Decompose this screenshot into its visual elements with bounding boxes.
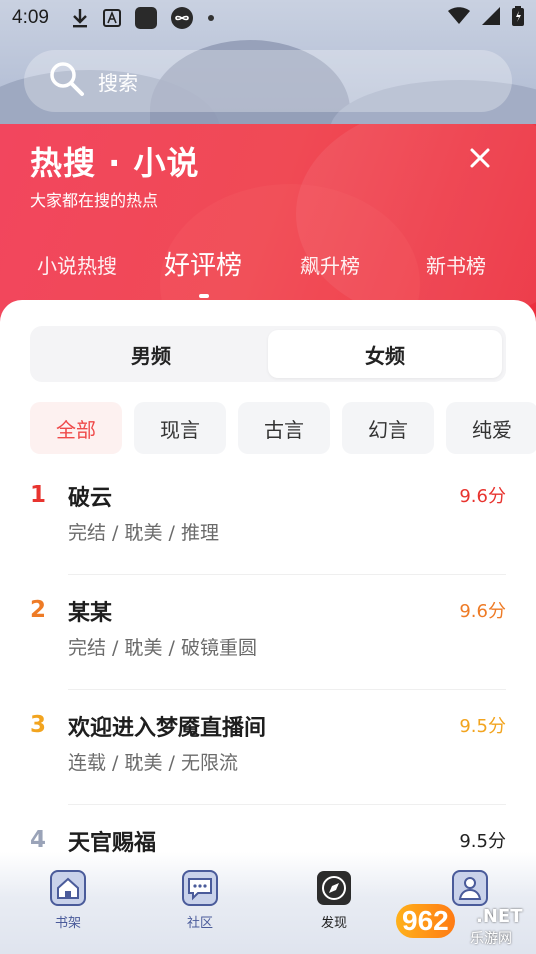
nav-label: 书架 [54, 916, 81, 931]
search-bar[interactable]: 搜索 [24, 50, 512, 112]
rank-number: 1 [30, 482, 47, 508]
book-meta: 完结 / 耽美 / 破镜重圆 [68, 637, 257, 659]
nav-bookshelf[interactable]: 书架 [28, 868, 108, 931]
active-tab-indicator [199, 294, 209, 298]
filter-fantasy[interactable]: 幻言 [342, 402, 434, 454]
book-score: 9.6分 [459, 486, 506, 507]
watermark-site: 乐游网 [470, 931, 512, 947]
rank-number: 4 [30, 827, 47, 853]
filter-bl[interactable]: 纯爱 [446, 402, 536, 454]
close-button[interactable] [460, 138, 500, 178]
panel-subtitle: 大家都在搜的热点 [30, 191, 159, 210]
app-square-icon [134, 7, 157, 29]
close-icon [470, 148, 490, 168]
tab-new-books[interactable]: 新书榜 [426, 250, 486, 279]
infinity-app-icon [170, 7, 193, 29]
nav-label: 社区 [186, 916, 213, 931]
tab-rising[interactable]: 飙升榜 [300, 250, 360, 279]
search-icon [48, 60, 86, 102]
list-item[interactable]: 3 欢迎进入梦魇直播间 连载 / 耽美 / 无限流 9.5分 [0, 712, 536, 827]
list-item[interactable]: 1 破云 完结 / 耽美 / 推理 9.6分 [0, 482, 536, 597]
divider [68, 574, 506, 575]
nav-discover[interactable]: 发现 [294, 868, 374, 931]
book-score: 9.5分 [459, 831, 506, 852]
search-placeholder: 搜索 [98, 70, 138, 95]
book-meta: 连载 / 耽美 / 无限流 [68, 752, 238, 774]
status-time: 4:09 [12, 7, 49, 28]
filter-all[interactable]: 全部 [30, 402, 122, 454]
ranking-tabs: 小说热搜 好评榜 飙升榜 新书榜 [0, 234, 536, 294]
dot-icon [207, 14, 215, 22]
nav-label: 发现 [320, 916, 347, 931]
panel-title: 热搜 · 小说 [30, 144, 200, 182]
tab-top-rated[interactable]: 好评榜 [164, 245, 242, 282]
book-title: 欢迎进入梦魇直播间 [68, 716, 267, 741]
download-icon [71, 8, 89, 28]
signal-icon [482, 6, 500, 30]
watermark-logo: 962 .NET 乐游网 [396, 900, 530, 950]
nav-community[interactable]: 社区 [160, 868, 240, 931]
battery-icon [512, 5, 524, 31]
book-score: 9.6分 [459, 601, 506, 622]
house-icon [48, 868, 88, 908]
divider [68, 689, 506, 690]
category-filters: 全部 现言 古言 幻言 纯爱 [30, 402, 536, 454]
book-meta: 完结 / 耽美 / 推理 [68, 522, 219, 544]
segment-female[interactable]: 女频 [268, 330, 502, 378]
filter-modern[interactable]: 现言 [134, 402, 226, 454]
status-bar: 4:09 [0, 0, 536, 36]
watermark-suffix: .NET [476, 906, 523, 927]
book-title: 某某 [68, 601, 113, 626]
wifi-icon [448, 6, 470, 30]
list-item[interactable]: 2 某某 完结 / 耽美 / 破镜重圆 9.6分 [0, 597, 536, 712]
tab-novel-hot[interactable]: 小说热搜 [37, 250, 117, 279]
chat-bubble-icon [180, 868, 220, 908]
divider [68, 804, 506, 805]
watermark-number: 962 [396, 904, 455, 938]
filter-ancient[interactable]: 古言 [238, 402, 330, 454]
hot-search-panel: 热搜 · 小说 大家都在搜的热点 小说热搜 好评榜 飙升榜 新书榜 [0, 124, 536, 324]
gender-segment: 男频 女频 [30, 326, 506, 382]
compass-icon [314, 868, 354, 908]
rank-number: 3 [30, 712, 47, 738]
book-score: 9.5分 [459, 716, 506, 737]
rank-number: 2 [30, 597, 47, 623]
book-title: 破云 [68, 486, 113, 511]
font-app-icon [102, 9, 121, 27]
segment-male[interactable]: 男频 [34, 330, 268, 378]
